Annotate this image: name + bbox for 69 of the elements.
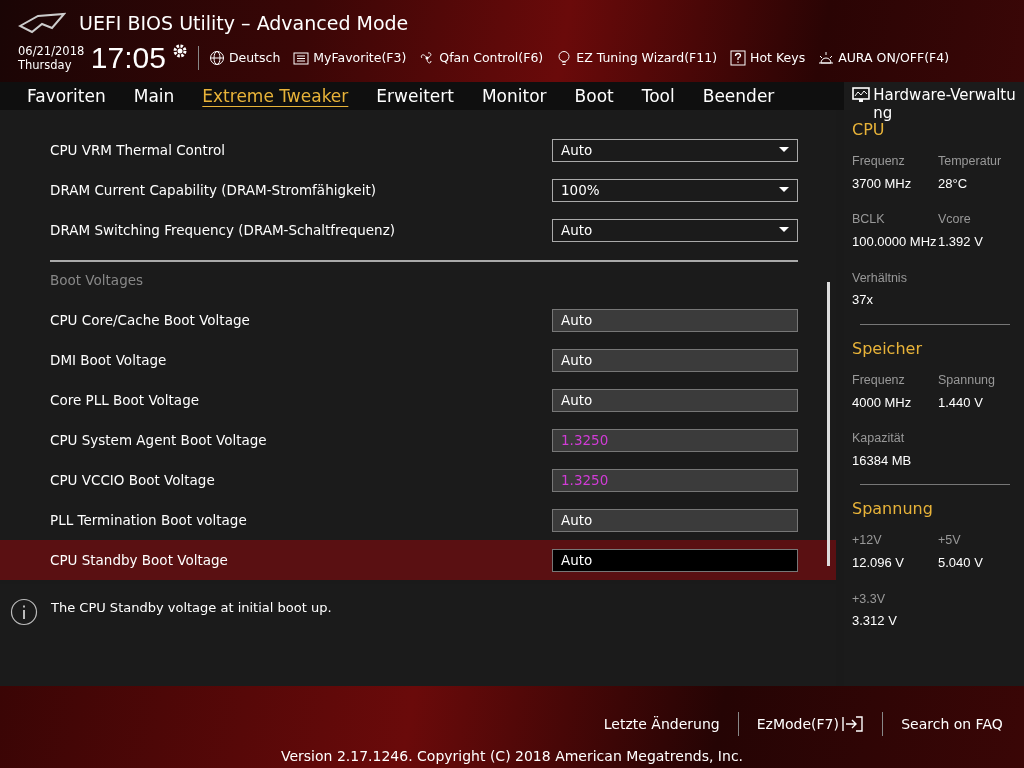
input-field[interactable]: Auto — [552, 348, 798, 372]
window-title: UEFI BIOS Utility – Advanced Mode — [79, 11, 409, 36]
clock-text: 17:05 — [90, 41, 166, 76]
stat-label: Temperatur — [938, 153, 1003, 170]
menu-tab[interactable]: Erweitert — [362, 82, 468, 110]
dropdown[interactable]: 100% — [552, 178, 798, 202]
stat-label: Kapazität — [852, 430, 906, 447]
menu-tab[interactable]: Extreme Tweaker — [188, 82, 363, 110]
weekday-text: Thursday — [18, 58, 73, 73]
setting-label: Core PLL Boot Voltage — [50, 390, 200, 410]
help-text: The CPU Standby voltage at initial boot up. — [51, 599, 332, 617]
toolbar-button[interactable]: EZ Tuning Wizard(F11) — [556, 48, 718, 68]
menu-tab[interactable]: Tool — [627, 82, 689, 110]
stat-value: 3.312 V — [852, 612, 898, 631]
dropdown[interactable]: Auto — [552, 218, 798, 242]
stat-value: 100.0000 MHz — [852, 233, 938, 251]
dropdown[interactable]: Auto — [552, 138, 798, 162]
footer-link[interactable]: Letzte Änderung — [585, 713, 738, 735]
toolbar-button[interactable]: Deutsch — [208, 48, 281, 68]
stat-label: +5V — [938, 532, 962, 550]
stat-value: 1.392 V — [938, 233, 984, 251]
stat-label: +12V — [852, 532, 883, 550]
stat-value: 4000 MHz — [852, 393, 913, 412]
menu-tab[interactable]: Beender — [688, 82, 789, 110]
toolbar-button[interactable]: Hot Keys — [730, 48, 806, 68]
footer-link[interactable]: Search on FAQ — [883, 713, 1021, 735]
setting-label: CPU Core/Cache Boot Voltage — [50, 310, 251, 330]
copyright-text: Version 2.17.1246. Copyright (C) 2018 American Megatrends, Inc. — [280, 747, 744, 766]
selected-row-highlight[interactable]: CPU Standby Boot Voltage Auto — [0, 540, 836, 580]
toolbar-button[interactable]: AURA ON/OFF(F4) — [818, 48, 950, 68]
stat-value: 16384 MB — [852, 451, 913, 470]
input-field[interactable]: Auto — [552, 548, 798, 572]
stat-value: 12.096 V — [852, 554, 906, 572]
panel-title: Hardware-Verwaltung — [873, 86, 1017, 122]
stat-label: Frequenz — [852, 153, 906, 170]
stat-value: 28°C — [938, 174, 969, 193]
setting-label: DRAM Switching Frequency (DRAM-Schaltfrequenz) — [50, 220, 396, 240]
toolbar-button[interactable]: MyFavorite(F3) — [293, 48, 407, 68]
setting-label: DRAM Current Capability (DRAM-Stromfähigkeit) — [50, 180, 377, 200]
setting-label: CPU System Agent Boot Voltage — [50, 430, 268, 450]
stat-label: +3.3V — [852, 590, 886, 608]
date-text: 06/21/2018 — [18, 44, 85, 59]
input-field[interactable]: Auto — [552, 508, 798, 532]
stat-value: 37x — [852, 291, 874, 310]
input-field[interactable]: Auto — [552, 308, 798, 332]
menu-tab[interactable]: Monitor — [467, 82, 561, 110]
footer-link[interactable]: EzMode(F7) — [738, 713, 883, 735]
stat-value: 1.440 V — [938, 393, 984, 412]
stat-label: Spannung — [938, 371, 996, 389]
setting-label: CPU VRM Thermal Control — [50, 140, 226, 160]
section-heading: Speicher — [852, 337, 923, 360]
menu-tab[interactable]: Boot — [560, 82, 628, 110]
setting-label: PLL Termination Boot voltage — [50, 510, 248, 530]
setting-label: DMI Boot Voltage — [50, 350, 168, 370]
menu-tab[interactable]: Favoriten — [13, 82, 120, 110]
stat-label: Verhältnis — [852, 269, 908, 287]
setting-label: CPU VCCIO Boot Voltage — [50, 470, 216, 490]
section-heading: Spannung — [852, 498, 934, 521]
setting-label: CPU Standby Boot Voltage — [50, 550, 229, 570]
input-field[interactable]: Auto — [552, 388, 798, 412]
menu-tab[interactable]: Main — [119, 82, 189, 110]
toolbar-button[interactable]: Qfan Control(F6) — [419, 48, 544, 68]
stat-label: BCLK — [852, 211, 886, 229]
stat-value: 3700 MHz — [852, 174, 913, 193]
section-heading: Boot Voltages — [50, 260, 798, 300]
stat-label: Vcore — [938, 211, 972, 229]
stat-label: Frequenz — [852, 371, 906, 389]
section-heading: CPU — [852, 120, 885, 141]
stat-value: 5.040 V — [938, 554, 984, 572]
